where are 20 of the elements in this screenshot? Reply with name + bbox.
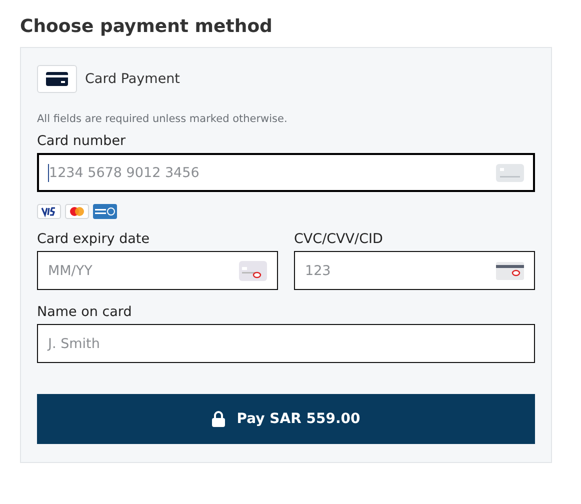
card-brand-icon — [37, 204, 61, 219]
card-back-icon — [496, 262, 524, 280]
expiry-date-field[interactable]: MM/YY — [37, 251, 278, 290]
lock-icon — [212, 411, 225, 427]
field-label: CVC/CVV/CID — [294, 231, 384, 247]
card-icon — [239, 260, 267, 280]
field-label: Card number — [37, 133, 127, 149]
card-brand-icon — [65, 204, 89, 219]
card-brand-icon — [93, 204, 117, 219]
field-label: Card expiry date — [37, 231, 151, 247]
card-icon — [496, 164, 524, 182]
name-field[interactable]: J. Smith — [37, 324, 535, 363]
card-icon[interactable] — [37, 65, 77, 93]
method-label: Card Payment — [85, 71, 180, 87]
required-note: All fields are required unless marked otherwise. — [37, 113, 288, 125]
security-code-field[interactable]: 123 — [294, 251, 535, 290]
page-title: Choose payment method — [20, 16, 274, 37]
field-label: Name on card — [37, 304, 133, 320]
pay-button[interactable]: Pay SAR 559.00 — [37, 394, 535, 444]
card-number-field[interactable]: 1234 5678 9012 3456 — [37, 153, 535, 192]
